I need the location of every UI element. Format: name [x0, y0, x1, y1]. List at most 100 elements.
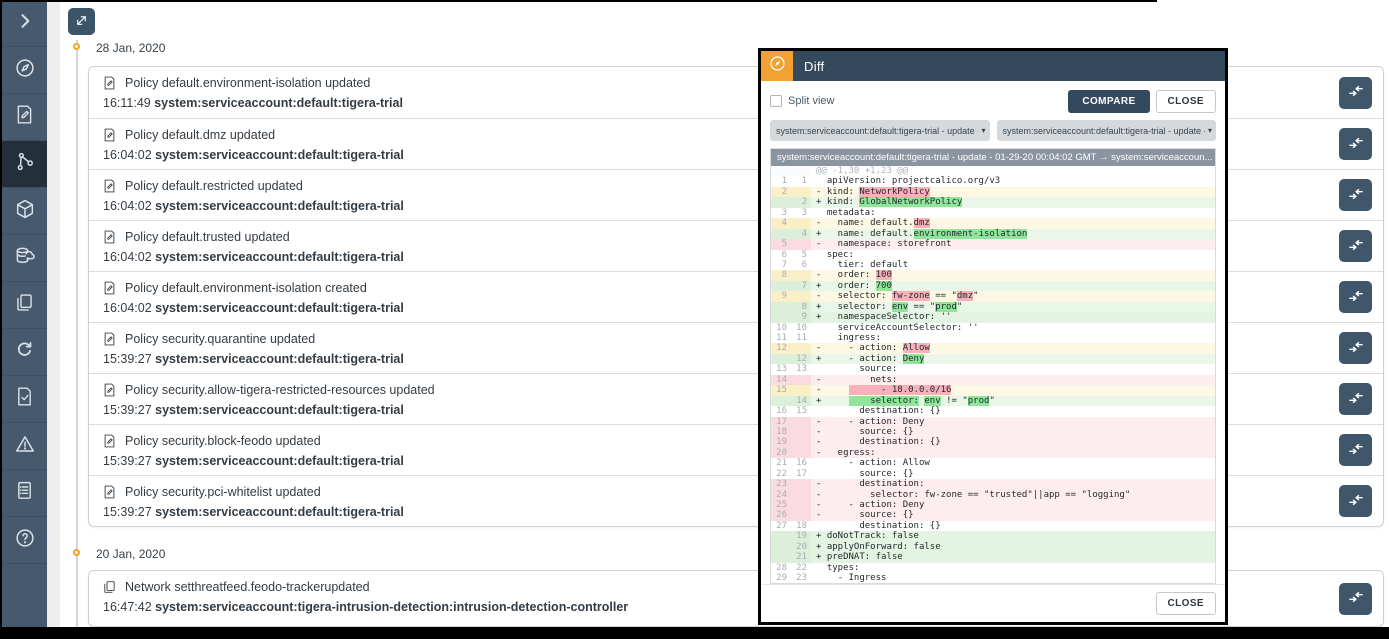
sidebar-item-dashboard[interactable]: [2, 47, 47, 94]
split-view-checkbox[interactable]: [770, 95, 782, 107]
diff-line: 14+ selector: env != "prod": [771, 396, 1215, 406]
sidebar-item-workloads[interactable]: [2, 188, 47, 235]
compare-arrows-icon: [1347, 185, 1365, 206]
diff-content[interactable]: @@ -1,30 +1,23 @@11 apiVersion: projectc…: [771, 166, 1215, 583]
diff-line: 18- source: {}: [771, 427, 1215, 437]
event-title: Policy security.quarantine updated: [125, 332, 315, 346]
sidebar-item-storage[interactable]: [2, 235, 47, 282]
diff-viewer: system:serviceaccount:default:tigera-tri…: [770, 148, 1216, 584]
diff-line: 1615 destination: {}: [771, 406, 1215, 416]
event-time: 16:11:49: [103, 96, 151, 110]
revision-select-right[interactable]: system:serviceaccount:default:tigera-tri…: [997, 120, 1217, 141]
diff-button[interactable]: [1339, 179, 1372, 211]
sidebar-item-policies[interactable]: [2, 94, 47, 141]
compare-arrows-icon: [1347, 491, 1365, 512]
event-title: Policy default.restricted updated: [125, 179, 303, 193]
diff-line: 19+ doNotTrack: false: [771, 531, 1215, 541]
diff-line: 12- - action: Allow: [771, 343, 1215, 353]
sidebar-item-alerts[interactable]: [2, 423, 47, 470]
diff-button[interactable]: [1339, 230, 1372, 262]
event-user: system:serviceaccount:default:tigera-tri…: [155, 301, 404, 315]
diff-button[interactable]: [1339, 383, 1372, 415]
sidebar-item-compliance[interactable]: [2, 376, 47, 423]
event-user: system:serviceaccount:default:tigera-tri…: [155, 352, 404, 366]
split-view-toggle[interactable]: Split view: [770, 95, 834, 107]
compare-arrows-icon: [1347, 236, 1365, 257]
event-title: Policy default.environment-isolation upd…: [125, 76, 370, 90]
sidebar-item-expand[interactable]: [2, 0, 47, 47]
timeline-axis: [76, 40, 78, 627]
diff-modal-body: Split view COMPARE CLOSE system:servicea…: [761, 81, 1225, 584]
diff-line: 2923 - Ingress: [771, 573, 1215, 583]
diff-button[interactable]: [1339, 485, 1372, 517]
revision-select-left[interactable]: system:serviceaccount:default:tigera-tri…: [770, 120, 990, 141]
diff-modal-header: Diff: [761, 51, 1225, 81]
policy-document-icon: [102, 280, 117, 296]
policy-document-icon: [102, 127, 117, 143]
event-user: system:serviceaccount:default:tigera-tri…: [154, 96, 403, 110]
database-cloud-icon: [14, 245, 36, 272]
diff-line: 8- order: 100: [771, 270, 1215, 280]
diff-button[interactable]: [1339, 281, 1372, 313]
event-time: 15:39:27: [103, 454, 152, 468]
compare-arrows-icon: [1347, 82, 1365, 103]
expand-view-button[interactable]: [68, 8, 95, 35]
document-edit-icon: [14, 104, 35, 130]
diff-line: 19- destination: {}: [771, 437, 1215, 447]
diff-modal: Diff Split view COMPARE CLOSE system:ser…: [758, 48, 1228, 625]
help-circle-icon: [14, 527, 36, 554]
event-time: 15:39:27: [103, 403, 152, 417]
diff-button[interactable]: [1339, 434, 1372, 466]
diff-line: 76 tier: default: [771, 260, 1215, 270]
diff-button[interactable]: [1339, 77, 1372, 109]
event-user: system:serviceaccount:default:tigera-tri…: [155, 148, 404, 162]
policy-document-icon: [102, 75, 117, 91]
sidebar-item-refresh[interactable]: [2, 329, 47, 376]
refresh-icon: [14, 339, 35, 365]
sidebar-item-help[interactable]: [2, 517, 47, 564]
sidebar-item-timeline[interactable]: [2, 141, 47, 188]
sidebar: [0, 0, 47, 627]
event-user: system:serviceaccount:default:tigera-tri…: [155, 505, 404, 519]
compare-button[interactable]: COMPARE: [1068, 90, 1149, 113]
expand-diagonal-arrows-icon: [74, 13, 89, 31]
diff-hunk-row: @@ -1,30 +1,23 @@: [771, 166, 1215, 176]
event-user: system:serviceaccount:tigera-intrusion-d…: [155, 600, 628, 614]
diff-line: 33 metadata:: [771, 208, 1215, 218]
close-button[interactable]: CLOSE: [1156, 90, 1216, 113]
diff-line: 1111 ingress:: [771, 333, 1215, 343]
diff-button[interactable]: [1339, 128, 1372, 160]
event-time: 16:04:02: [103, 148, 152, 162]
diff-line: 12+ - action: Deny: [771, 354, 1215, 364]
sidebar-gutter: [47, 0, 60, 627]
diff-line: 2217 source: {}: [771, 469, 1215, 479]
footer-close-button[interactable]: CLOSE: [1156, 592, 1216, 615]
timeline-dot: [73, 43, 80, 50]
sidebar-item-logs[interactable]: [2, 470, 47, 517]
event-title: Policy security.allow-tigera-restricted-…: [125, 383, 435, 397]
compare-arrows-icon: [1347, 134, 1365, 155]
network-graph-icon: [14, 151, 36, 178]
diff-line: 2+ kind: GlobalNetworkPolicy: [771, 197, 1215, 207]
diff-line: 20+ applyOnForward: false: [771, 542, 1215, 552]
event-time: 15:39:27: [103, 352, 152, 366]
event-title: Policy security.block-feodo updated: [125, 434, 321, 448]
timeline-dot: [73, 549, 80, 556]
sidebar-item-layers[interactable]: [2, 282, 47, 329]
compare-arrows-icon: [1347, 588, 1365, 609]
brand-logo: [761, 51, 793, 81]
event-title: Policy security.pci-whitelist updated: [125, 485, 321, 499]
diff-button[interactable]: [1339, 332, 1372, 364]
diff-modal-footer: CLOSE: [761, 584, 1225, 622]
diff-line: 4+ name: default.environment-isolation: [771, 229, 1215, 239]
app-screen: 28 Jan, 2020 Policy default.environment-…: [0, 0, 1389, 639]
event-user: system:serviceaccount:default:tigera-tri…: [155, 403, 404, 417]
chevron-down-icon: ▾: [981, 126, 985, 135]
diff-button[interactable]: [1339, 583, 1372, 615]
diff-comparison-header: system:serviceaccount:default:tigera-tri…: [771, 149, 1215, 166]
policy-document-icon: [102, 229, 117, 245]
event-user: system:serviceaccount:default:tigera-tri…: [155, 199, 404, 213]
event-title: Network setthreatfeed.feodo-trackerupdat…: [125, 580, 370, 594]
diff-line: 2116 - action: Allow: [771, 458, 1215, 468]
cube-icon: [14, 198, 36, 225]
